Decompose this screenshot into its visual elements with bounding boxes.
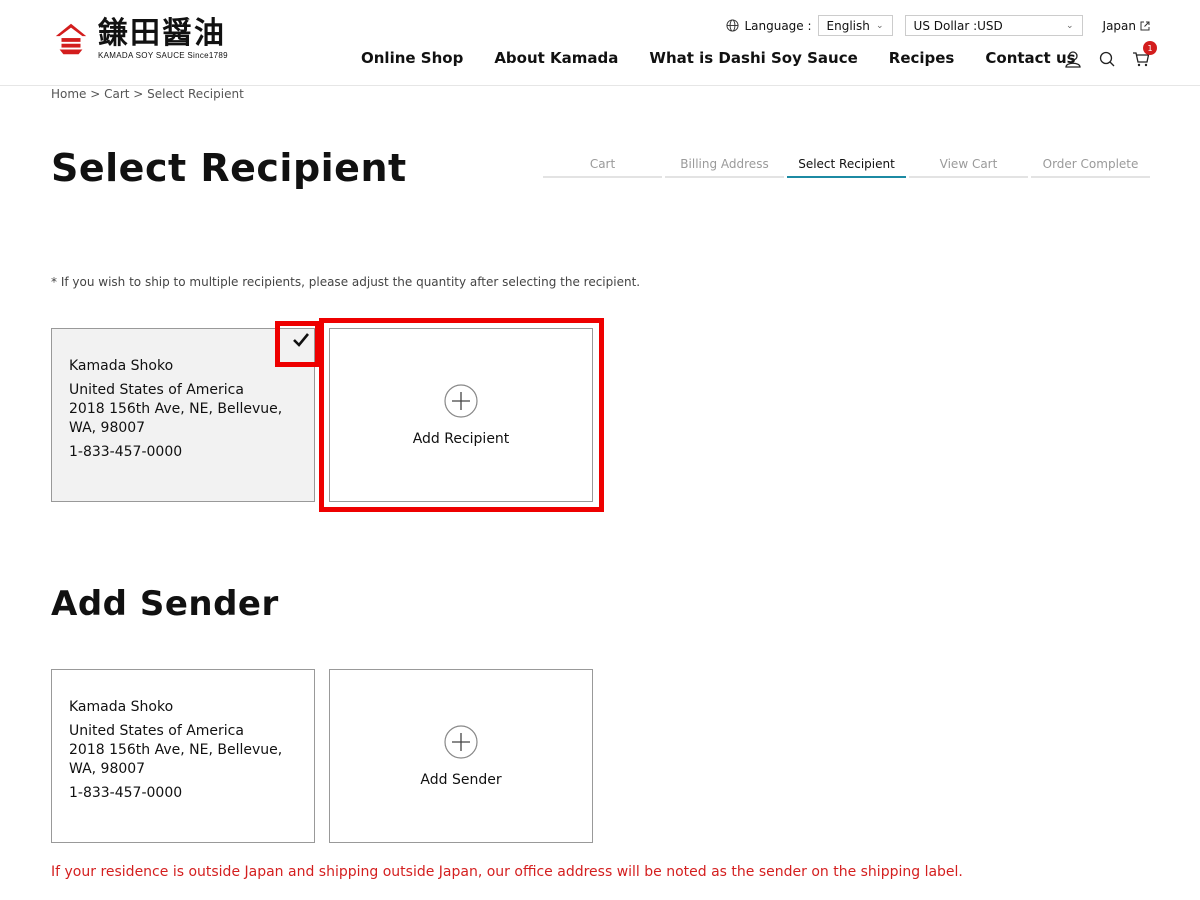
currency-select[interactable]: US Dollar :USD ⌄ [904,15,1083,36]
sender-country: United States of America [69,723,244,739]
sender-shipping-note: If your residence is outside Japan and s… [51,864,963,880]
chevron-down-icon: ⌄ [1065,20,1074,31]
breadcrumb[interactable]: Home > Cart > Select Recipient [51,87,244,101]
step-order-complete: Order Complete [1031,157,1150,178]
site-header: 鎌田醤油 KAMADA SOY SAUCE Since1789 Language… [0,0,1200,86]
header-icons: 1 [1048,41,1157,68]
recipient-phone: 1-833-457-0000 [69,444,183,460]
page-title: Select Recipient [51,146,407,190]
language-select[interactable]: English ⌄ [817,15,893,36]
plus-circle-icon [444,724,478,759]
search-icon [1099,51,1115,67]
sender-card[interactable]: Kamada Shoko United States of America 20… [51,669,315,843]
step-select-recipient: Select Recipient [787,157,906,178]
checkbox-highlight [275,321,320,367]
globe-icon [726,19,739,32]
logo-wordmark-jp: 鎌田醤油 [98,16,226,51]
step-view-cart: View Cart [909,157,1028,178]
sender-name: Kamada Shoko [69,699,174,715]
step-cart: Cart [543,157,662,178]
add-sender-title: Add Sender [51,584,279,624]
nav-about-kamada[interactable]: About Kamada [494,49,618,67]
cart-button[interactable]: 1 [1132,41,1157,68]
cart-count-badge: 1 [1143,41,1157,55]
multiple-recipients-note: * If you wish to ship to multiple recipi… [51,275,641,289]
account-button[interactable] [1064,50,1082,68]
nav-online-shop[interactable]: Online Shop [361,49,463,67]
utility-bar: Language : English ⌄ US Dollar :USD ⌄ Ja… [726,15,1150,36]
kamada-crest-icon [55,23,87,55]
user-icon [1065,51,1081,68]
main-nav: Online Shop About Kamada What is Dashi S… [361,49,1076,67]
recipient-country: United States of America [69,382,244,398]
japan-site-link[interactable]: Japan [1103,19,1150,33]
recipient-name: Kamada Shoko [69,358,174,374]
step-billing-address: Billing Address [665,157,784,178]
nav-dashi-soy-sauce[interactable]: What is Dashi Soy Sauce [649,49,857,67]
logo-wordmark-en: KAMADA SOY SAUCE Since1789 [98,51,228,60]
language-label: Language : [726,19,812,33]
checkout-steps: Cart Billing Address Select Recipient Vi… [543,157,1150,178]
site-logo[interactable]: 鎌田醤油 KAMADA SOY SAUCE Since1789 [52,18,228,60]
sender-phone: 1-833-457-0000 [69,785,183,801]
search-button[interactable] [1098,50,1116,68]
sender-address: 2018 156th Ave, NE, Bellevue, WA, 98007 [69,742,283,777]
add-recipient-highlight [319,318,604,512]
external-link-icon [1140,21,1150,30]
add-sender-label: Add Sender [420,771,502,788]
nav-recipes[interactable]: Recipes [889,49,955,67]
recipient-address: 2018 156th Ave, NE, Bellevue, WA, 98007 [69,401,283,436]
chevron-down-icon: ⌄ [875,20,884,31]
add-sender-button[interactable]: Add Sender [329,669,593,843]
